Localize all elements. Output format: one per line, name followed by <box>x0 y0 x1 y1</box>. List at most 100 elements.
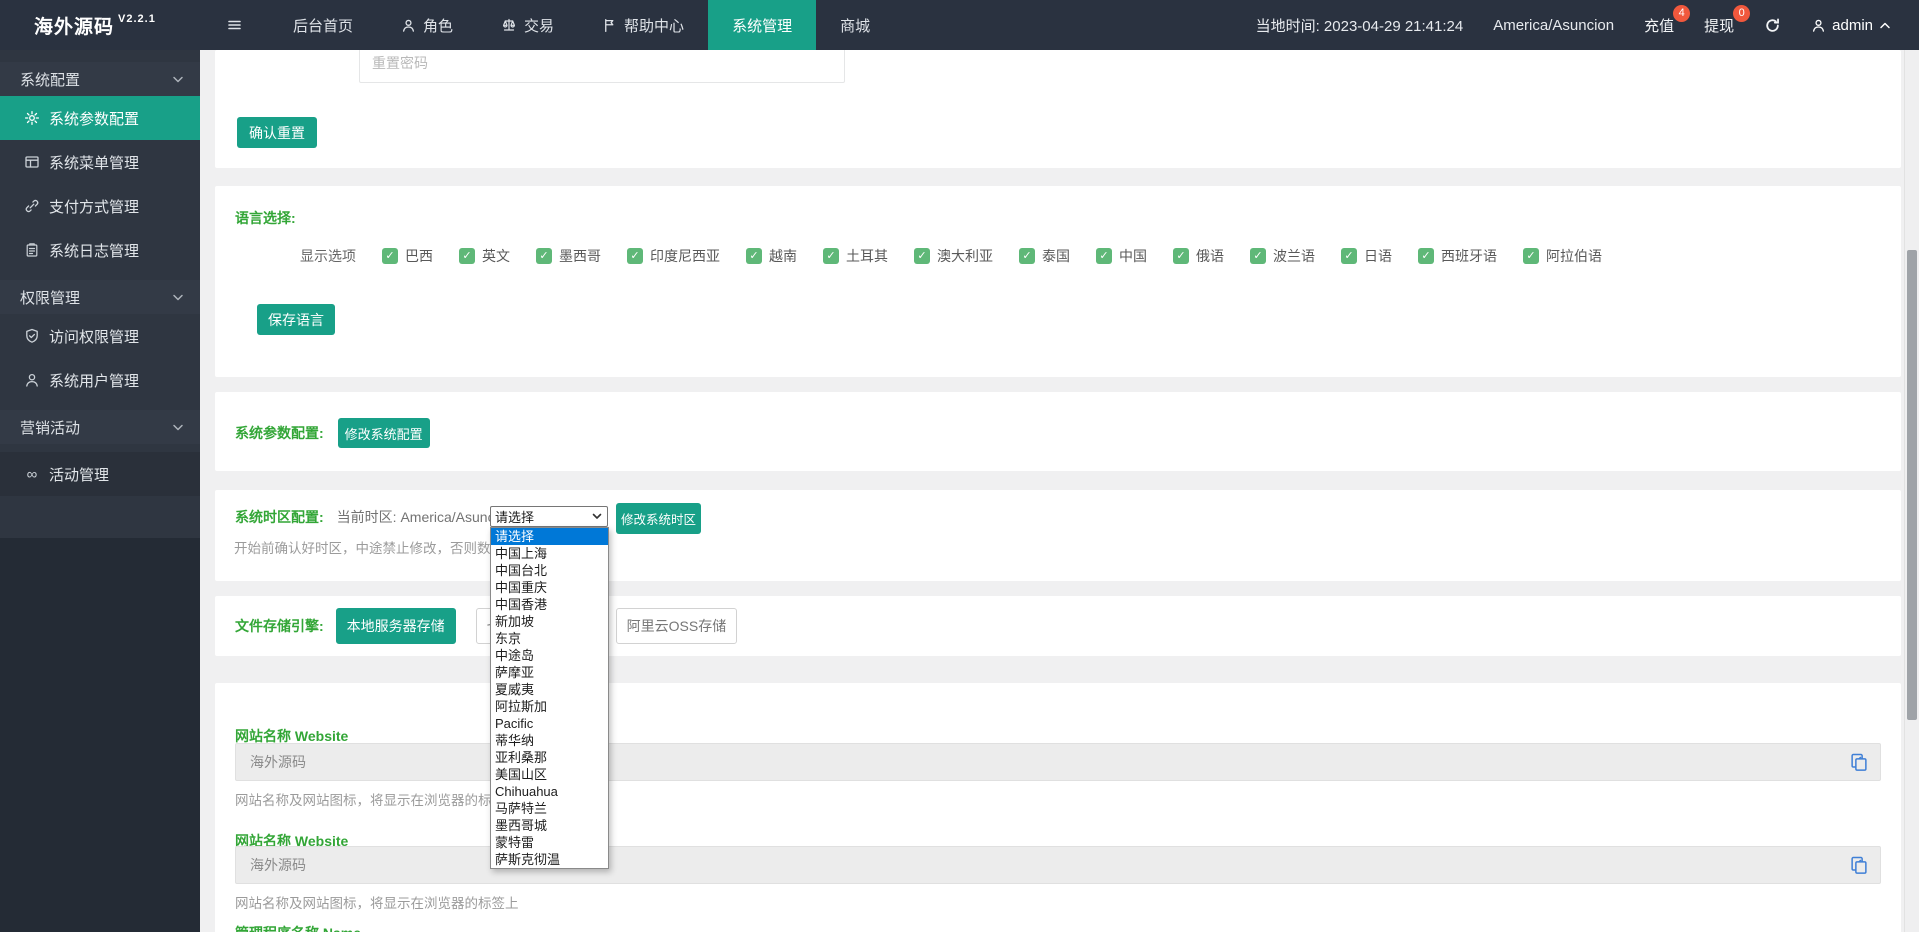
timezone-option[interactable]: 中国香港 <box>491 596 608 613</box>
app-version: V2.2.1 <box>118 13 156 25</box>
timezone-option[interactable]: 蒂华纳 <box>491 732 608 749</box>
chevron-up-icon <box>1879 21 1891 30</box>
sidebar-group-marketing[interactable]: 营销活动 <box>0 410 200 444</box>
sidebar-item-system-menu[interactable]: 系统菜单管理 <box>0 140 200 184</box>
scrollbar-thumb[interactable] <box>1907 250 1917 720</box>
nav-trade[interactable]: 交易 <box>477 0 578 50</box>
modify-timezone-button[interactable]: 修改系统时区 <box>616 503 701 534</box>
admin-menu[interactable]: admin <box>1811 17 1891 34</box>
reset-password-card: 确认重置 <box>215 50 1901 168</box>
language-checkbox-thailand[interactable]: 泰国 <box>1019 246 1070 266</box>
sidebar-item-system-params[interactable]: 系统参数配置 <box>0 96 200 140</box>
copy-icon[interactable] <box>1849 752 1869 772</box>
timezone-config-label: 系统时区配置: <box>235 507 324 527</box>
timezone-option[interactable]: Pacific <box>491 715 608 732</box>
language-checkbox-spanish[interactable]: 西班牙语 <box>1418 246 1497 266</box>
page-scrollbar <box>1904 50 1919 932</box>
language-checkbox-vietnam[interactable]: 越南 <box>746 246 797 266</box>
language-checkbox-china[interactable]: 中国 <box>1096 246 1147 266</box>
nav-help-center[interactable]: 帮助中心 <box>578 0 708 50</box>
nav-dashboard[interactable]: 后台首页 <box>269 0 377 50</box>
timezone-option[interactable]: 请选择 <box>491 528 608 545</box>
timezone-option[interactable]: 新加坡 <box>491 613 608 630</box>
language-section-title: 语言选择: <box>235 208 296 228</box>
sidebar-item-access-permissions[interactable]: 访问权限管理 <box>0 314 200 358</box>
local-time: 当地时间: 2023-04-29 21:41:24 <box>1256 15 1464 36</box>
timezone-option[interactable]: 东京 <box>491 630 608 647</box>
checkbox-checked-icon <box>1173 248 1189 264</box>
timezone-dropdown-list: 请选择 中国上海 中国台北 中国重庆 中国香港 新加坡 东京 中途岛 萨摩亚 夏… <box>490 527 609 869</box>
timezone-option[interactable]: Chihuahua <box>491 783 608 800</box>
system-params-label: 系统参数配置: <box>235 423 324 443</box>
nav-roles[interactable]: 角色 <box>377 0 477 50</box>
sidebar-item-payment-methods[interactable]: 支付方式管理 <box>0 184 200 228</box>
nav-system-management[interactable]: 系统管理 <box>708 0 816 50</box>
checkbox-checked-icon <box>536 248 552 264</box>
current-timezone-text: 当前时区: America/Asuncion <box>337 507 514 527</box>
checkbox-checked-icon <box>1019 248 1035 264</box>
withdraw-badge: 0 <box>1733 5 1750 22</box>
timezone-option[interactable]: 夏威夷 <box>491 681 608 698</box>
timezone-option[interactable]: 萨斯克彻温 <box>491 851 608 868</box>
timezone-option[interactable]: 亚利桑那 <box>491 749 608 766</box>
language-checkbox-russian[interactable]: 俄语 <box>1173 246 1224 266</box>
hamburger-icon[interactable] <box>200 0 269 50</box>
storage-alioss-button[interactable]: 阿里云OSS存储 <box>616 608 738 644</box>
system-params-card: 系统参数配置: 修改系统配置 <box>215 392 1901 471</box>
sidebar-item-system-users[interactable]: 系统用户管理 <box>0 358 200 402</box>
shield-check-icon <box>24 328 40 344</box>
language-checkbox-english[interactable]: 英文 <box>459 246 510 266</box>
language-checkbox-turkey[interactable]: 土耳其 <box>823 246 888 266</box>
timezone-option[interactable]: 中国上海 <box>491 545 608 562</box>
website-settings-card: 网站名称 Website 网站名称及网站图标，将显示在浏览器的标签上 网站名称 … <box>215 683 1901 932</box>
language-checkbox-indonesia[interactable]: 印度尼西亚 <box>627 246 720 266</box>
file-storage-card: 文件存储引擎: 本地服务器存储 七牛云对象存储 阿里云OSS存储 <box>215 596 1901 656</box>
sidebar-item-system-logs[interactable]: 系统日志管理 <box>0 228 200 272</box>
language-checkbox-australia[interactable]: 澳大利亚 <box>914 246 993 266</box>
language-checkbox-arabic[interactable]: 阿拉伯语 <box>1523 246 1602 266</box>
timezone-option[interactable]: 中国台北 <box>491 562 608 579</box>
save-language-button[interactable]: 保存语言 <box>257 304 335 335</box>
recharge-button[interactable]: 充值 4 <box>1644 15 1674 36</box>
language-checkbox-japanese[interactable]: 日语 <box>1341 246 1392 266</box>
modify-system-config-button[interactable]: 修改系统配置 <box>338 418 430 448</box>
timezone-option[interactable]: 中途岛 <box>491 647 608 664</box>
language-checkbox-mexico[interactable]: 墨西哥 <box>536 246 601 266</box>
timezone-option[interactable]: 中国重庆 <box>491 579 608 596</box>
checkbox-checked-icon <box>1523 248 1539 264</box>
refresh-icon[interactable] <box>1764 17 1781 34</box>
reset-password-input[interactable] <box>359 50 845 83</box>
checkbox-checked-icon <box>1341 248 1357 264</box>
language-checkbox-brazil[interactable]: 巴西 <box>382 246 433 266</box>
app-title: 海外源码 <box>34 12 114 39</box>
sidebar-item-activity-management[interactable]: ∞ 活动管理 <box>0 452 200 496</box>
recharge-badge: 4 <box>1673 5 1690 22</box>
website-name-input[interactable] <box>235 743 1881 781</box>
timezone-option[interactable]: 阿拉斯加 <box>491 698 608 715</box>
file-storage-label: 文件存储引擎: <box>235 616 324 636</box>
top-nav: 后台首页 角色 交易 帮助中心 系统管理 商城 <box>269 0 894 50</box>
topbar: 海外源码 V2.2.1 后台首页 角色 交易 帮助中心 系统管理 商城 当地时间:… <box>0 0 1919 50</box>
timezone-option[interactable]: 马萨特兰 <box>491 800 608 817</box>
display-options-label: 显示选项 <box>300 246 356 266</box>
nav-mall[interactable]: 商城 <box>816 0 894 50</box>
withdraw-button[interactable]: 提现 0 <box>1704 15 1734 36</box>
user-icon <box>401 18 416 33</box>
sidebar-group-system-config[interactable]: 系统配置 <box>0 62 200 96</box>
storage-local-button[interactable]: 本地服务器存储 <box>336 608 456 644</box>
sidebar-group-permissions[interactable]: 权限管理 <box>0 280 200 314</box>
timezone-select[interactable]: 请选择 <box>490 506 608 527</box>
chevron-down-icon <box>172 75 184 84</box>
copy-icon[interactable] <box>1849 855 1869 875</box>
confirm-reset-button[interactable]: 确认重置 <box>237 117 317 148</box>
timezone-option[interactable]: 美国山区 <box>491 766 608 783</box>
language-card: 语言选择: 显示选项 巴西 英文 墨西哥 印度尼西亚 越南 土耳其 澳大利亚 泰… <box>215 186 1901 377</box>
main-content: 确认重置 语言选择: 显示选项 巴西 英文 墨西哥 印度尼西亚 越南 土耳其 澳… <box>200 50 1919 932</box>
language-checkbox-polish[interactable]: 波兰语 <box>1250 246 1315 266</box>
timezone-option[interactable]: 蒙特雷 <box>491 834 608 851</box>
checkbox-checked-icon <box>1096 248 1112 264</box>
timezone-option[interactable]: 墨西哥城 <box>491 817 608 834</box>
timezone-option[interactable]: 萨摩亚 <box>491 664 608 681</box>
checkbox-checked-icon <box>627 248 643 264</box>
website-name-input-2[interactable] <box>235 846 1881 884</box>
